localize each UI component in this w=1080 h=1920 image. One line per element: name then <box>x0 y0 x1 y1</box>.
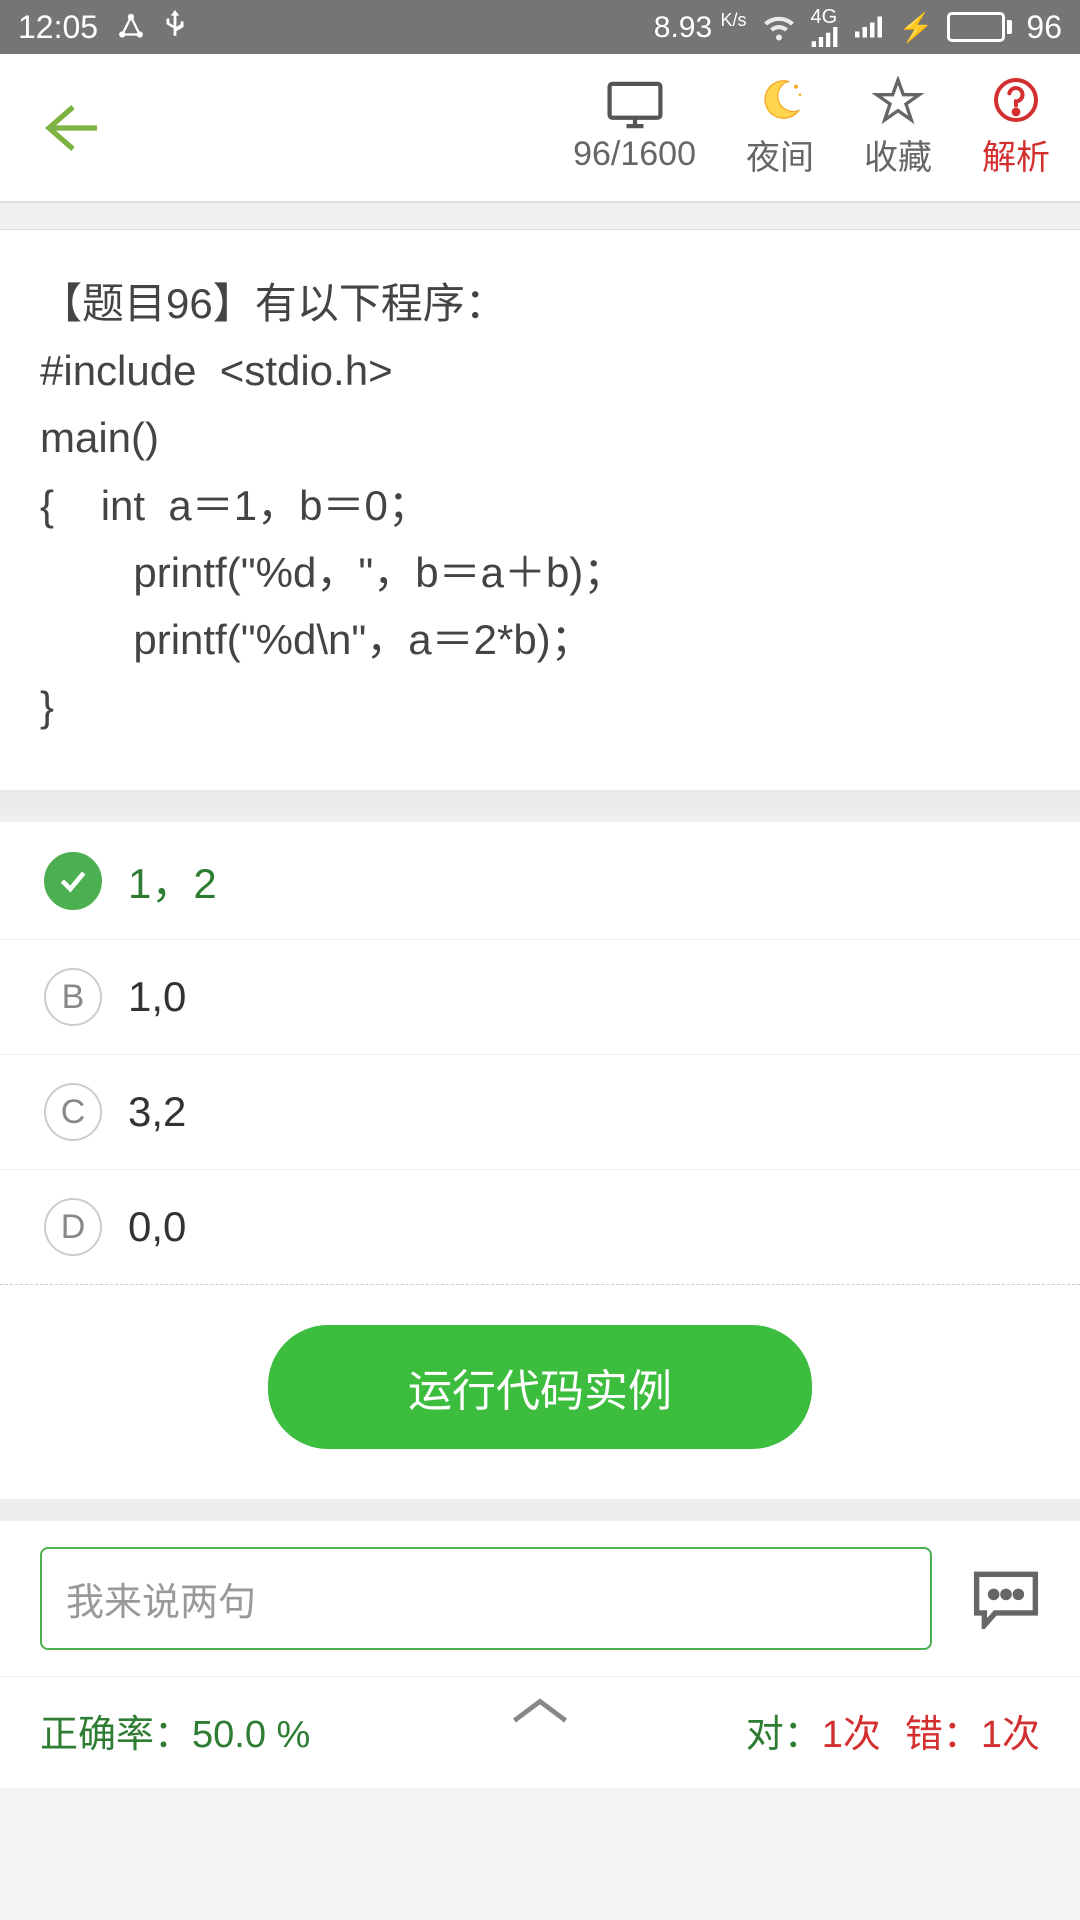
counter-label: 96/1600 <box>573 135 696 174</box>
comment-row: 我来说两句 <box>0 1521 1080 1676</box>
wrong-count: 错：1次 <box>905 1703 1040 1758</box>
code-line: printf("%d\n"，a＝2*b)； <box>40 606 1040 673</box>
divider <box>0 790 1080 822</box>
question-panel: 【题目96】有以下程序： #include <stdio.h> main() {… <box>0 230 1080 790</box>
favorite-label: 收藏 <box>864 130 932 179</box>
option-text: 1，2 <box>128 850 217 911</box>
code-line: { int a＝1，b＝0； <box>40 472 1040 539</box>
analysis-label: 解析 <box>982 130 1050 179</box>
expand-button[interactable] <box>508 1695 572 1727</box>
counter-button[interactable]: 96/1600 <box>573 81 696 174</box>
option-d[interactable]: D 0,0 <box>0 1170 1080 1285</box>
network-speed: 8.93 K/s <box>654 10 747 45</box>
signal-icon <box>855 14 885 40</box>
question-title: 【题目96】有以下程序： <box>40 270 1040 337</box>
option-c[interactable]: C 3,2 <box>0 1055 1080 1170</box>
status-time: 12:05 <box>18 9 98 46</box>
moon-icon <box>754 76 806 124</box>
option-text: 3,2 <box>128 1088 186 1136</box>
wifi-icon <box>761 13 797 41</box>
chevron-up-icon <box>508 1695 572 1727</box>
option-b[interactable]: B 1,0 <box>0 940 1080 1055</box>
check-icon <box>44 852 102 910</box>
option-a[interactable]: 1，2 <box>0 822 1080 940</box>
stats-bar: 正确率：50.0 % 对：1次 错：1次 <box>0 1676 1080 1788</box>
usb-icon <box>164 10 186 44</box>
charging-icon: ⚡ <box>899 11 934 44</box>
code-line: main() <box>40 404 1040 471</box>
comment-input[interactable]: 我来说两句 <box>40 1547 932 1650</box>
comment-icon[interactable] <box>972 1569 1040 1629</box>
analysis-button[interactable]: 解析 <box>982 76 1050 179</box>
stats-counts: 对：1次 错：1次 <box>746 1703 1040 1758</box>
divider <box>0 1499 1080 1521</box>
signal-4g-icon: 4G <box>811 7 841 47</box>
share-icon <box>116 12 146 42</box>
night-label: 夜间 <box>746 130 814 179</box>
code-line: } <box>40 673 1040 740</box>
run-section: 运行代码实例 <box>0 1285 1080 1499</box>
option-text: 0,0 <box>128 1203 186 1251</box>
correct-count: 对：1次 <box>746 1703 881 1758</box>
run-code-button[interactable]: 运行代码实例 <box>268 1325 812 1449</box>
night-mode-button[interactable]: 夜间 <box>746 76 814 179</box>
code-line: printf("%d，"，b＝a＋b)； <box>40 539 1040 606</box>
help-icon <box>990 76 1042 124</box>
status-right: 8.93 K/s 4G ⚡ 96 <box>654 7 1062 47</box>
options-list: 1，2 B 1,0 C 3,2 D 0,0 <box>0 822 1080 1285</box>
option-letter: B <box>44 968 102 1026</box>
battery-level: 96 <box>1026 9 1062 46</box>
option-text: 1,0 <box>128 973 186 1021</box>
option-letter: D <box>44 1198 102 1256</box>
status-left: 12:05 <box>18 9 186 46</box>
option-letter: C <box>44 1083 102 1141</box>
divider <box>0 202 1080 230</box>
app-header: 96/1600 夜间 收藏 解析 <box>0 54 1080 202</box>
back-button[interactable] <box>40 101 100 155</box>
accuracy: 正确率：50.0 % <box>40 1703 310 1758</box>
monitor-icon <box>606 81 664 129</box>
battery-icon <box>947 12 1012 42</box>
star-icon <box>872 76 924 124</box>
favorite-button[interactable]: 收藏 <box>864 76 932 179</box>
code-line: #include <stdio.h> <box>40 337 1040 404</box>
status-bar: 12:05 8.93 K/s 4G ⚡ 96 <box>0 0 1080 54</box>
